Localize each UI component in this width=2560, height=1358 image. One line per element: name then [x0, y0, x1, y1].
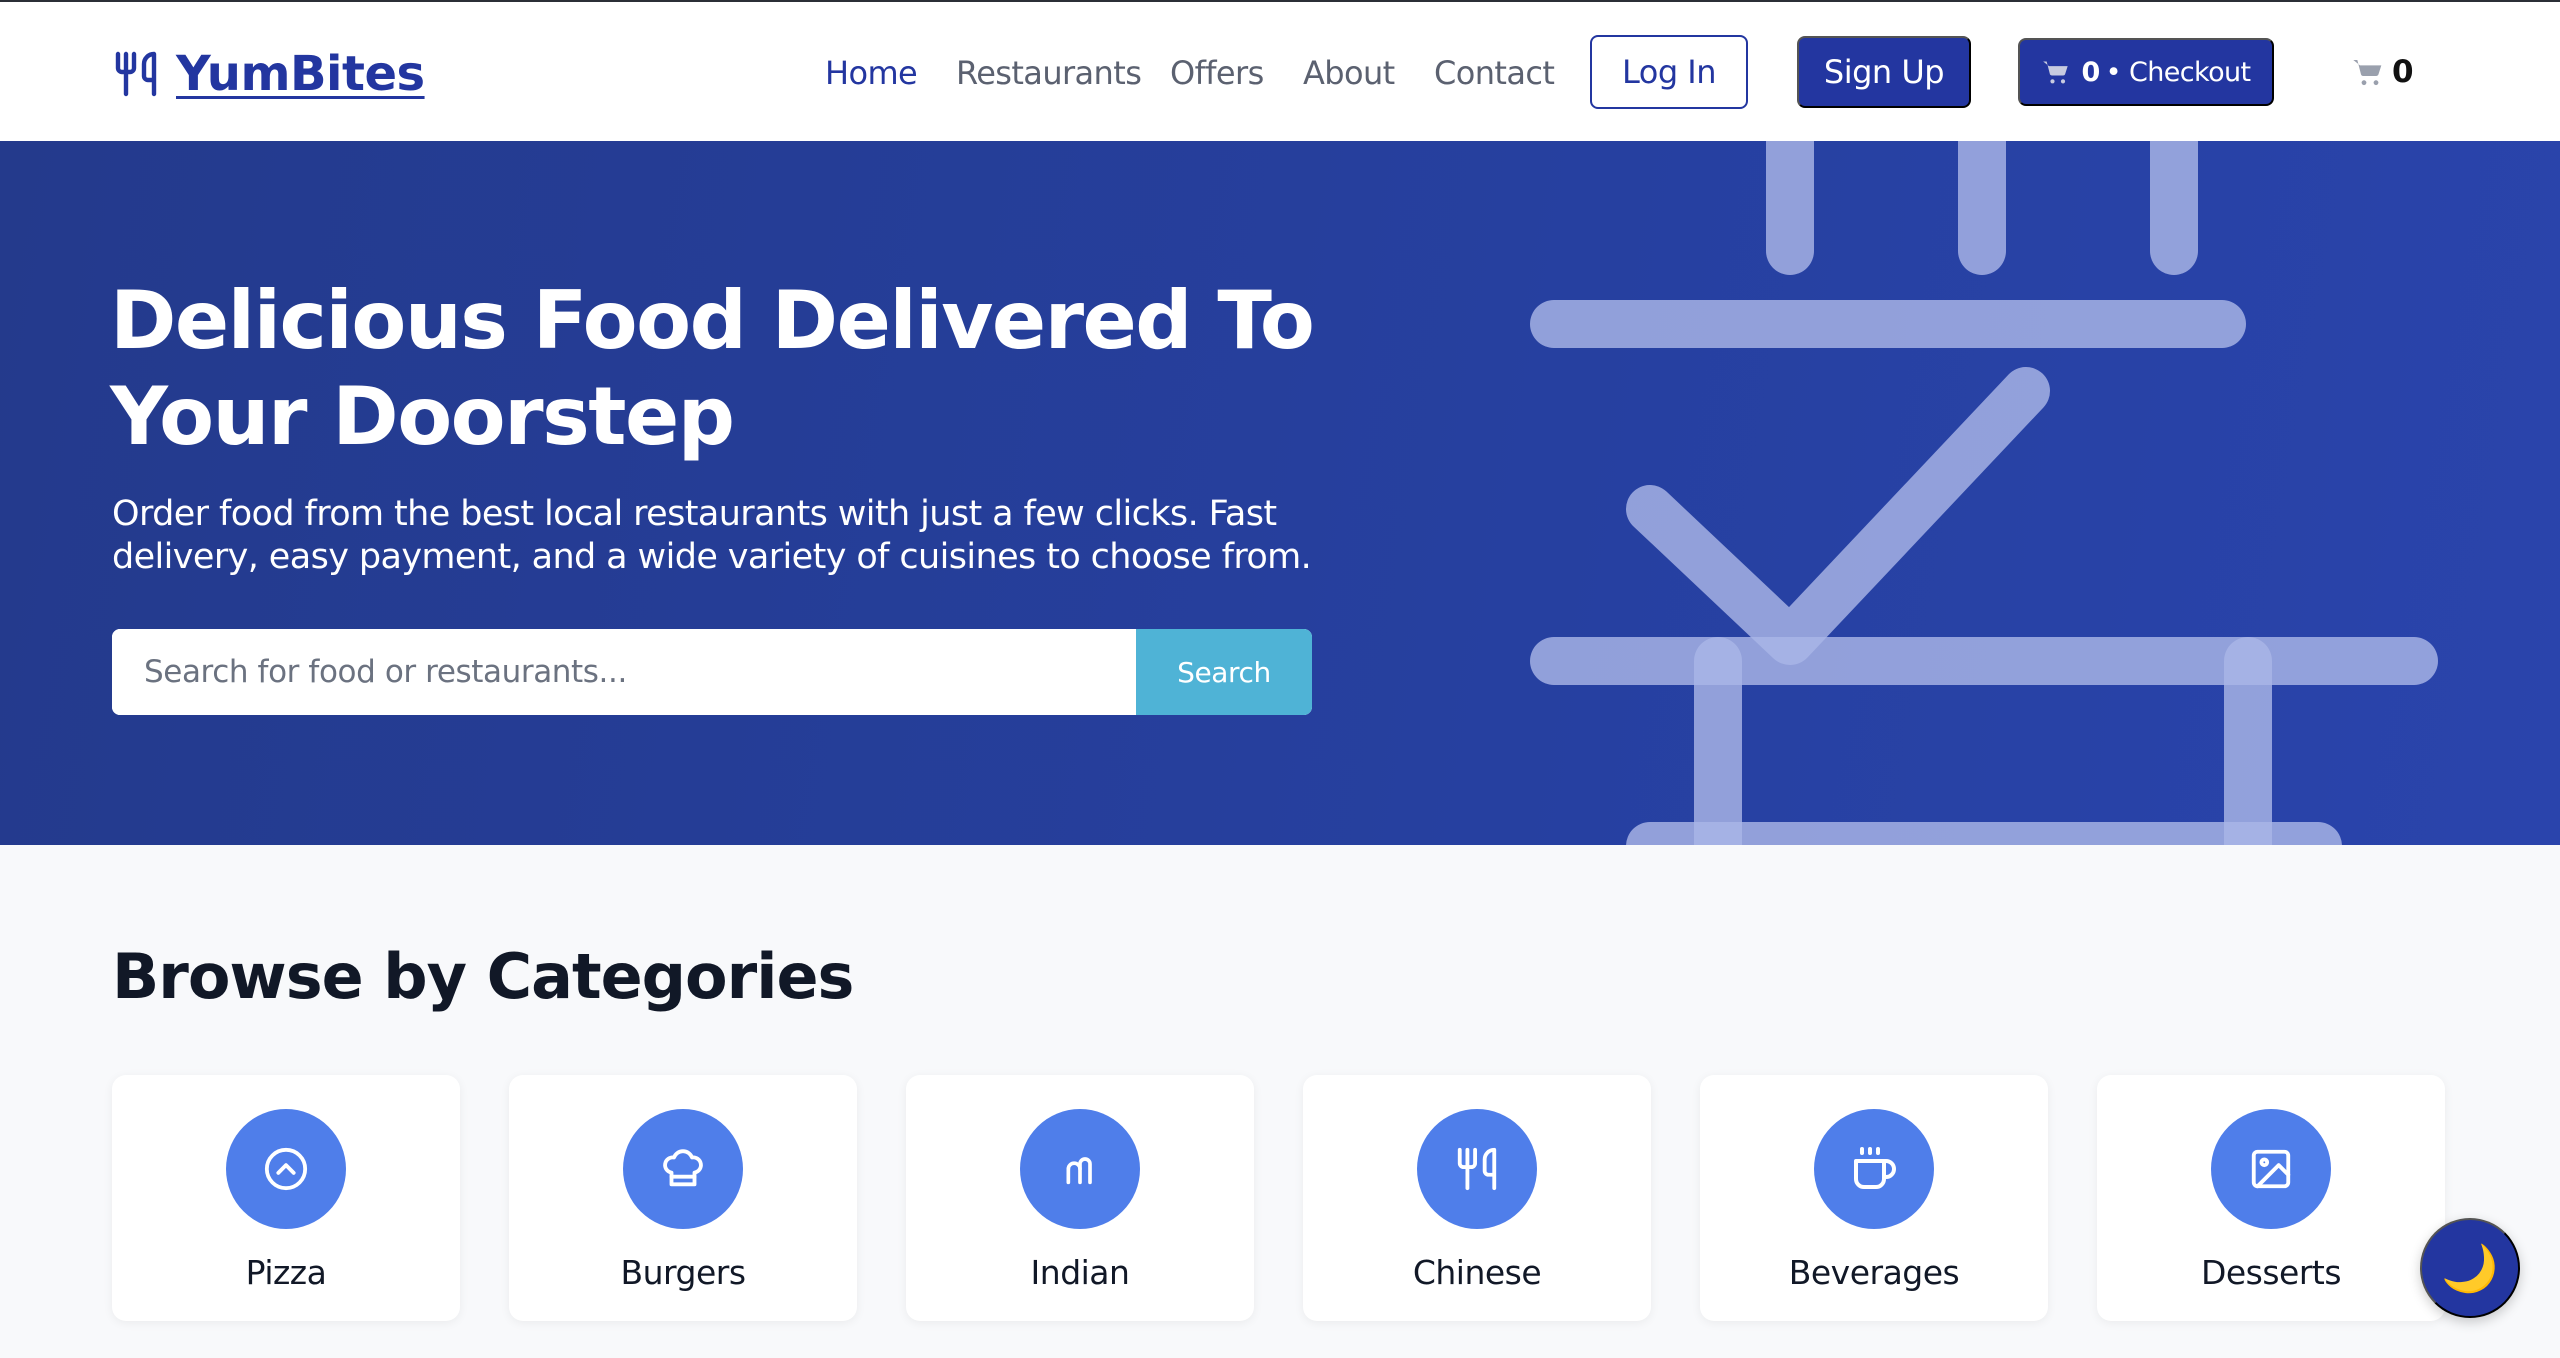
cart-indicator[interactable]: 0 — [2350, 54, 2414, 90]
nav-restaurants[interactable]: Restaurants — [956, 54, 1142, 92]
category-label: Desserts — [2200, 1253, 2342, 1292]
category-label: Indian — [1030, 1253, 1130, 1292]
utensils-icon — [1457, 1147, 1497, 1191]
brand-name: YumBites — [176, 46, 425, 102]
hero-illustration — [1530, 141, 2438, 845]
category-icon-circle — [1417, 1109, 1537, 1229]
chevron-up-circle-icon — [264, 1147, 308, 1191]
checkout-count: 0 — [2081, 56, 2100, 88]
signup-button[interactable]: Sign Up — [1797, 36, 1971, 108]
cart-count: 0 — [2392, 54, 2414, 90]
categories-title: Browse by Categories — [112, 940, 854, 1013]
category-label: Beverages — [1788, 1253, 1960, 1292]
theme-toggle-button[interactable]: 🌙 — [2420, 1218, 2520, 1318]
hero-title: Delicious Food Delivered To Your Doorste… — [110, 274, 1315, 463]
category-label: Chinese — [1412, 1253, 1542, 1292]
nav-home[interactable]: Home — [825, 54, 918, 92]
brand-logo[interactable]: YumBites — [112, 46, 425, 102]
nav-about[interactable]: About — [1303, 54, 1395, 92]
search-button[interactable]: Search — [1136, 629, 1312, 715]
checkout-label: • Checkout — [2105, 56, 2251, 88]
category-card-chinese[interactable]: Chinese — [1303, 1075, 1651, 1321]
category-icon-circle — [1814, 1109, 1934, 1229]
category-label: Pizza — [245, 1253, 327, 1292]
category-icon-circle — [623, 1109, 743, 1229]
category-card-desserts[interactable]: Desserts — [2097, 1075, 2445, 1321]
category-card-pizza[interactable]: Pizza — [112, 1075, 460, 1321]
category-card-burgers[interactable]: Burgers — [509, 1075, 857, 1321]
search-bar: Search — [112, 629, 1312, 715]
moon-icon: 🌙 — [2441, 1241, 2499, 1294]
category-icon-circle — [226, 1109, 346, 1229]
image-icon — [2251, 1149, 2291, 1189]
utensils-icon — [115, 51, 157, 97]
nav-contact[interactable]: Contact — [1434, 54, 1555, 92]
site-header: YumBites Home Restaurants Offers About C… — [0, 2, 2560, 141]
cart-icon — [2353, 60, 2382, 86]
nav-offers[interactable]: Offers — [1170, 54, 1264, 92]
coffee-cup-icon — [1854, 1147, 1896, 1189]
hero-subtitle: Order food from the best local restauran… — [112, 494, 1312, 577]
category-card-beverages[interactable]: Beverages — [1700, 1075, 2048, 1321]
chef-hat-icon — [663, 1149, 703, 1187]
hero-section: Delicious Food Delivered To Your Doorste… — [0, 141, 2560, 845]
checkout-button[interactable]: 0 • Checkout — [2018, 38, 2274, 106]
search-input[interactable] — [112, 629, 1136, 715]
category-card-indian[interactable]: Indian — [906, 1075, 1254, 1321]
category-label: Burgers — [620, 1253, 746, 1292]
login-button[interactable]: Log In — [1590, 35, 1748, 109]
chart-bars-icon — [1066, 1157, 1092, 1185]
cart-icon — [2043, 61, 2069, 84]
category-icon-circle — [2211, 1109, 2331, 1229]
category-icon-circle — [1020, 1109, 1140, 1229]
